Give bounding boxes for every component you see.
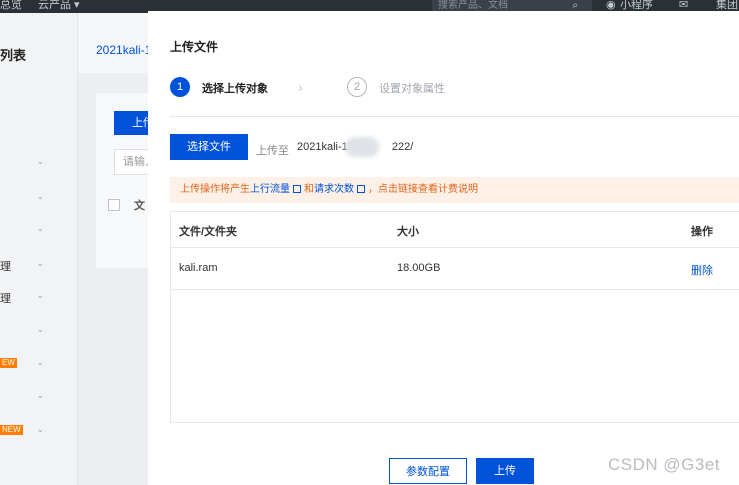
sidebar-item-new[interactable]: EW ⌄ <box>0 357 70 373</box>
sidebar-item-label: 理 <box>0 261 11 273</box>
notice-text: ，点击链接查看计费说明 <box>368 184 478 195</box>
table-header: 文件/文件夹 大小 操作 <box>171 212 739 248</box>
col-header-size: 大小 <box>397 226 419 238</box>
divider <box>170 116 739 117</box>
sidebar-item[interactable]: ⌄ <box>0 223 70 239</box>
chevron-down-icon: ⌄ <box>36 357 44 367</box>
step-label: 选择上传对象 <box>202 83 268 95</box>
chevron-down-icon: ⌄ <box>36 191 44 201</box>
col-header-action: 操作 <box>691 226 713 238</box>
modal-title: 上传文件 <box>170 40 219 54</box>
chevron-down-icon: ⌄ <box>36 424 44 434</box>
sidebar-title: 列表 <box>0 48 27 63</box>
bg-col-header: 文 <box>134 200 145 212</box>
file-size: 18.00GB <box>397 262 441 274</box>
sidebar: 列表 ⌄ ⌄ ⌄ 理 ⌄ 理 ⌄ ⌄ EW ⌄ ⌄ NEW ⌄ <box>0 13 78 485</box>
new-badge: EW <box>0 358 17 368</box>
sidebar-item-manage[interactable]: 理 ⌄ <box>0 258 70 274</box>
external-link-icon[interactable] <box>357 185 365 193</box>
upload-path-suffix: 222/ <box>391 141 414 153</box>
search-icon[interactable]: ⌕ <box>572 0 578 11</box>
sidebar-item-label: 理 <box>0 293 11 305</box>
file-table: 文件/文件夹 大小 操作 kali.ram 18.00GB 删除 <box>170 211 739 423</box>
nav-products[interactable]: 云产品 ▾ <box>38 0 80 12</box>
select-file-button[interactable]: 选择文件 <box>170 134 248 160</box>
sidebar-item-other[interactable]: 理 ⌄ <box>0 290 70 306</box>
watermark: CSDN @G3et <box>608 455 721 474</box>
chevron-down-icon: ⌄ <box>36 258 44 268</box>
notice-text: 上传操作将产生 <box>180 184 250 195</box>
sidebar-item-new[interactable]: NEW ⌄ <box>0 424 70 440</box>
delete-link[interactable]: 删除 <box>691 262 713 278</box>
col-header-file: 文件/文件夹 <box>179 226 238 238</box>
step-number: 1 <box>170 77 190 97</box>
step-label: 设置对象属性 <box>379 83 445 95</box>
notice-text: 和 <box>304 184 314 195</box>
request-count-link[interactable]: 请求次数 <box>314 184 354 195</box>
external-link-icon[interactable] <box>293 185 301 193</box>
nav-overview[interactable]: 总览 <box>0 0 22 12</box>
step-number: 2 <box>347 77 367 97</box>
bucket-breadcrumb[interactable]: 2021kali-1 <box>96 43 151 57</box>
upload-button[interactable]: 上传 <box>476 458 534 484</box>
chevron-down-icon: ⌄ <box>36 390 44 400</box>
sidebar-item[interactable]: ⌄ <box>0 156 70 172</box>
new-badge: NEW <box>0 425 23 435</box>
chevron-down-icon: ⌄ <box>36 156 44 166</box>
upload-modal: 上传文件 1 选择上传对象 › 2 设置对象属性 选择文件 上传至 2021ka… <box>148 11 739 485</box>
search-placeholder: 搜索产品、文档 <box>438 0 508 11</box>
bg-checkbox[interactable] <box>108 199 120 211</box>
chevron-right-icon: › <box>298 79 303 95</box>
sidebar-item[interactable]: ⌄ <box>0 390 70 406</box>
sidebar-item[interactable]: ⌄ <box>0 324 70 340</box>
upload-to-label: 上传至 <box>256 145 289 157</box>
table-row: kali.ram 18.00GB 删除 <box>171 248 739 290</box>
chevron-down-icon: ⌄ <box>36 324 44 334</box>
upstream-traffic-link[interactable]: 上行流量 <box>250 184 290 195</box>
redaction-blur <box>345 137 379 157</box>
sidebar-item[interactable]: ⌄ <box>0 191 70 207</box>
param-config-button[interactable]: 参数配置 <box>389 458 467 484</box>
chevron-down-icon: ⌄ <box>36 290 44 300</box>
file-name: kali.ram <box>179 262 218 274</box>
billing-notice: 上传操作将产生上行流量 和请求次数 ，点击链接查看计费说明 <box>170 177 739 203</box>
chevron-down-icon: ⌄ <box>36 223 44 233</box>
